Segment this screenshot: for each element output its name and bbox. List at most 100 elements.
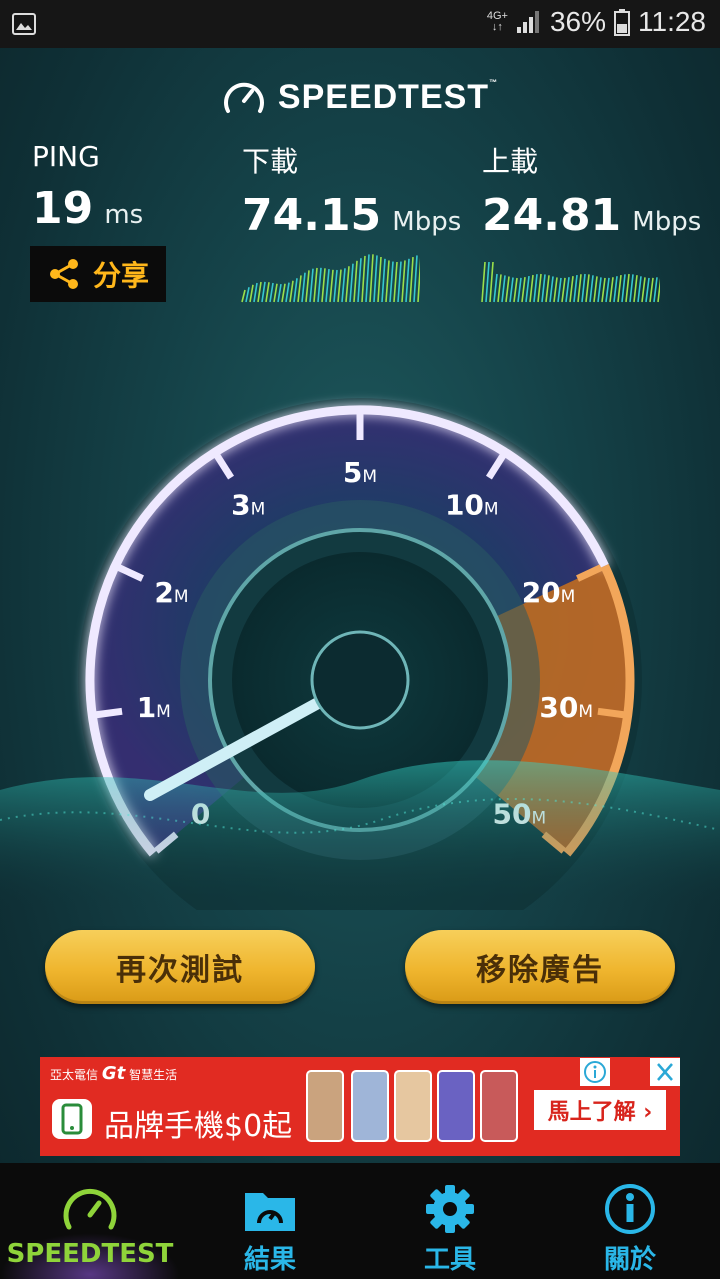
- sparkline-bar: [585, 274, 590, 303]
- sparkline-bar: [309, 268, 314, 303]
- app-header: SPEEDTEST™: [0, 72, 720, 122]
- sparkline-bar: [333, 269, 338, 303]
- sparkline-bar: [313, 267, 318, 303]
- sparkline-bar: [537, 273, 542, 303]
- sparkline-bar: [553, 277, 558, 303]
- share-button[interactable]: 分享: [30, 246, 166, 302]
- download-value: 74.15: [242, 190, 382, 241]
- sparkline-bar: [273, 283, 278, 303]
- sparkline-bar: [409, 256, 414, 303]
- sparkline-bar: [373, 255, 378, 303]
- sparkline-bar: [361, 255, 366, 303]
- sparkline-bar: [397, 261, 402, 303]
- sparkline-bar: [517, 277, 522, 303]
- sparkline-bar: [597, 277, 602, 303]
- sparkline-bar: [329, 269, 334, 303]
- ad-phones-image: [306, 1070, 518, 1142]
- wave-decoration: [0, 760, 720, 910]
- ad-company: 亞太電信 Gt 智慧生活: [50, 1063, 178, 1084]
- sparkline-bar: [525, 275, 530, 303]
- sparkline-bar: [613, 276, 618, 303]
- sparkline-bar: [481, 261, 486, 303]
- speed-gauge: 01M2M3M5M10M20M30M50M: [0, 398, 720, 910]
- ping-metric: PING 19 ms: [32, 140, 143, 234]
- remove-ads-button[interactable]: 移除廣告: [405, 930, 675, 1004]
- retest-button[interactable]: 再次測試: [45, 930, 315, 1004]
- results-folder-icon: [245, 1193, 295, 1231]
- sparkline-bar: [253, 282, 258, 303]
- sparkline-bar: [301, 272, 306, 303]
- nav-results-label: 結果: [243, 1245, 296, 1275]
- sparkline-bar: [629, 274, 634, 303]
- battery-icon: [614, 9, 630, 36]
- sparkline-bar: [509, 277, 514, 303]
- nav-results[interactable]: 結果: [180, 1163, 360, 1279]
- sparkline-bar: [345, 266, 350, 303]
- sparkline-bar: [393, 261, 398, 303]
- sparkline-bar: [625, 273, 630, 303]
- sparkline-bar: [365, 254, 370, 303]
- sparkline-bar: [325, 269, 330, 303]
- nav-speedtest[interactable]: SPEEDTEST: [0, 1163, 180, 1279]
- sparkline-bar: [337, 269, 342, 303]
- sparkline-bar: [413, 255, 418, 303]
- speedtest-logo-icon: [223, 82, 264, 113]
- sparkline-bar: [633, 275, 638, 303]
- sparkline-bar: [265, 282, 270, 303]
- nav-tools-label: 工具: [423, 1245, 476, 1275]
- ad-cta-button[interactable]: 馬上了解 ›: [534, 1090, 666, 1130]
- sparkline-bar: [601, 277, 606, 303]
- sparkline-bar: [657, 277, 660, 303]
- gear-icon: [426, 1185, 474, 1233]
- sparkline-bar: [573, 274, 578, 303]
- sparkline-bar: [649, 277, 654, 303]
- sparkline-bar: [405, 258, 410, 303]
- sparkline-bar: [261, 281, 266, 303]
- sparkline-bar: [349, 263, 354, 303]
- ad-title: 品牌手機$0起: [104, 1109, 293, 1144]
- sparkline-bar: [357, 258, 362, 303]
- sparkline-bar: [277, 283, 282, 303]
- ping-unit: ms: [104, 200, 144, 230]
- ping-value: 19: [32, 183, 94, 234]
- sparkline-bar: [645, 277, 650, 303]
- sparkline-bar: [245, 287, 250, 303]
- gallery-icon: [12, 13, 36, 35]
- sparkline-bar: [285, 282, 290, 303]
- sparkline-bar: [401, 260, 406, 303]
- share-label: 分享: [92, 259, 149, 292]
- sparkline-bar: [565, 277, 570, 303]
- sparkline-bar: [589, 275, 594, 303]
- sparkline-bar: [577, 274, 582, 303]
- info-icon: [605, 1184, 655, 1234]
- sparkline-bar: [377, 256, 382, 303]
- sparkline-bar: [257, 281, 262, 303]
- nav-speedtest-label: SPEEDTEST: [6, 1239, 174, 1269]
- sparkline-bar: [593, 276, 598, 303]
- upload-sparkline: [481, 261, 660, 303]
- bottom-nav: SPEEDTEST 結果 工具 關於: [0, 1163, 720, 1279]
- status-bar: 4G+ ↓↑ 36% 11:28: [0, 0, 720, 48]
- upload-value: 24.81: [482, 190, 622, 241]
- sparkline-bar: [485, 261, 490, 303]
- sparkline-bar: [497, 274, 502, 303]
- sparkline-bar: [513, 277, 518, 303]
- ad-close-icon[interactable]: [650, 1058, 680, 1086]
- nav-tools[interactable]: 工具: [360, 1163, 540, 1279]
- share-icon: [49, 259, 78, 289]
- ad-info-icon[interactable]: [580, 1058, 610, 1086]
- sparkline-bar: [369, 254, 374, 303]
- gauge-tick: [95, 707, 123, 719]
- gauge-tick: [597, 707, 625, 719]
- brand-title: SPEEDTEST™: [277, 77, 499, 116]
- nav-about[interactable]: 關於: [540, 1163, 720, 1279]
- sparkline-bar: [521, 277, 526, 303]
- download-label: 下載: [242, 145, 299, 178]
- sparkline-bar: [617, 275, 622, 303]
- sparkline-bar: [641, 277, 646, 303]
- sparkline-bar: [389, 261, 394, 303]
- sparkline-bar: [653, 277, 658, 303]
- clock: 11:28: [638, 6, 706, 37]
- sparkline-bar: [493, 273, 498, 303]
- network-indicator: 4G+ ↓↑: [486, 10, 508, 33]
